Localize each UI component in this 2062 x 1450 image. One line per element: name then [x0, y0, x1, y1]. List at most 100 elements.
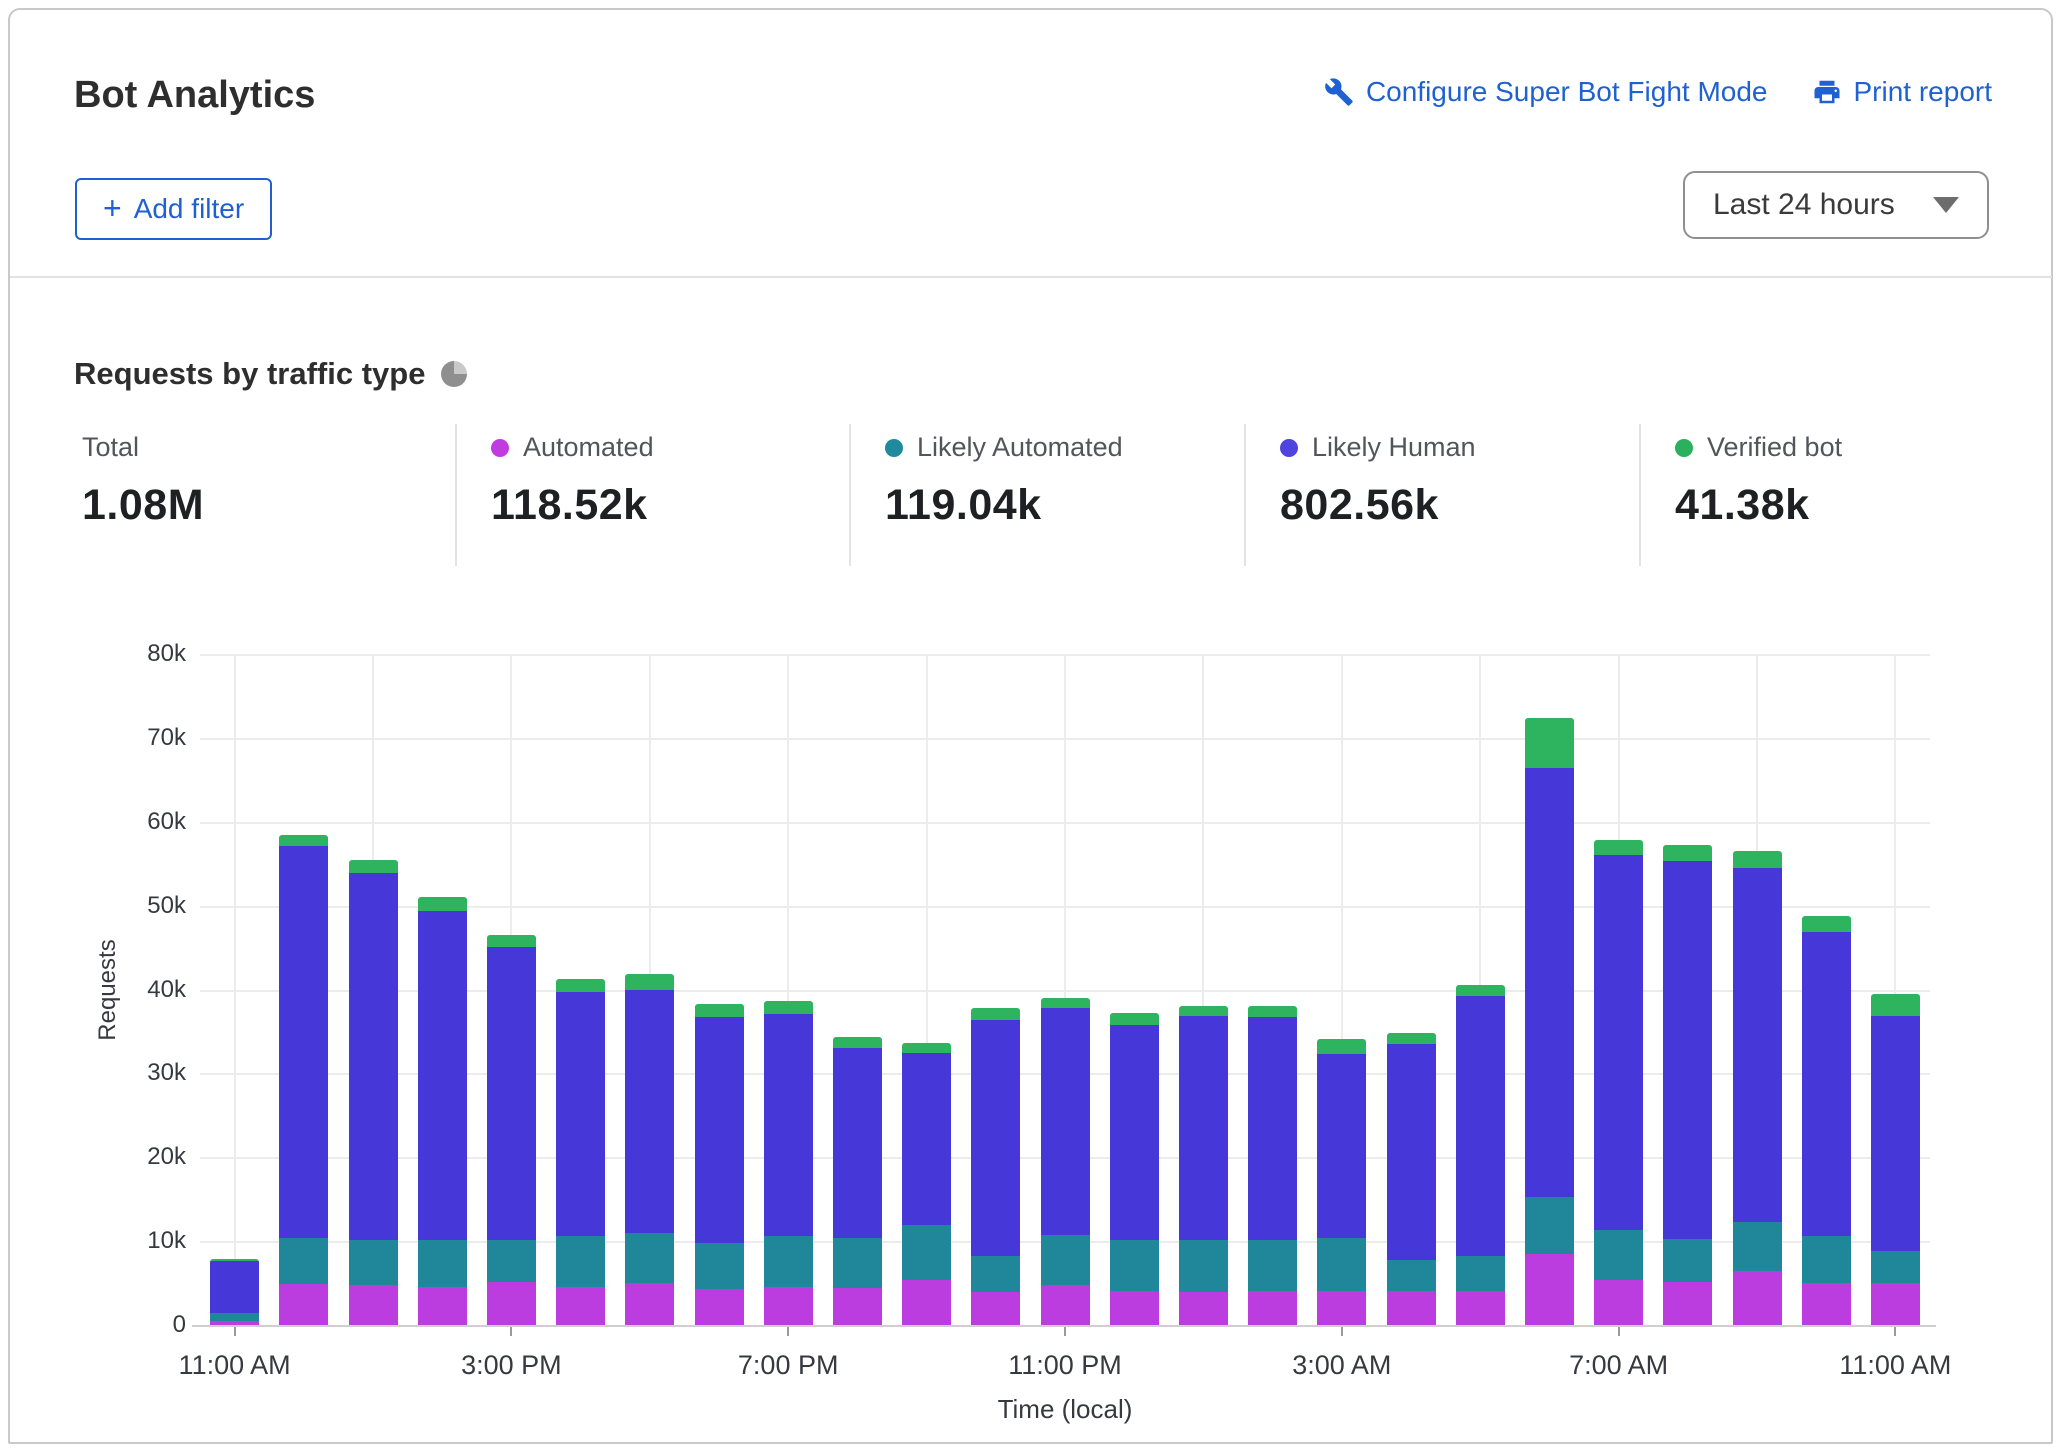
bar-300am[interactable] [1317, 1039, 1366, 1326]
stat-total: Total 1.08M [74, 424, 455, 566]
y-tick-label: 60k [60, 808, 186, 836]
segment-likely-automated [1456, 1256, 1505, 1290]
stat-label: Likely Human [1312, 432, 1476, 463]
bar-1100am[interactable] [1871, 994, 1920, 1326]
section-title: Requests by traffic type [74, 356, 425, 392]
x-tick [787, 1327, 789, 1336]
segment-automated [833, 1288, 882, 1326]
segment-automated [1733, 1271, 1782, 1326]
segment-likely-human [1179, 1016, 1228, 1240]
segment-verified-bot [1871, 994, 1920, 1016]
section-title-row: Requests by traffic type [74, 356, 467, 392]
segment-likely-automated [556, 1236, 605, 1286]
bar-100pm[interactable] [349, 860, 398, 1326]
add-filter-label: Add filter [134, 193, 245, 225]
time-range-select[interactable]: Last 24 hours [1683, 171, 1989, 239]
bar-200am[interactable] [1248, 1006, 1297, 1326]
segment-likely-automated [279, 1238, 328, 1284]
add-filter-button[interactable]: + Add filter [75, 178, 272, 240]
segment-verified-bot [1317, 1039, 1366, 1054]
segment-likely-automated [695, 1243, 744, 1289]
bar-800pm[interactable] [833, 1037, 882, 1326]
segment-likely-automated [833, 1238, 882, 1288]
segment-verified-bot [902, 1043, 951, 1053]
bar-1100pm[interactable] [1041, 998, 1090, 1326]
segment-verified-bot [1041, 998, 1090, 1008]
bar-400pm[interactable] [556, 979, 605, 1326]
bar-600pm[interactable] [695, 1004, 744, 1326]
bar-800am[interactable] [1663, 845, 1712, 1326]
stat-label: Likely Automated [917, 432, 1123, 463]
bar-300pm[interactable] [487, 935, 536, 1326]
stat-value: 1.08M [82, 481, 455, 530]
bar-900am[interactable] [1733, 851, 1782, 1326]
bar-600am[interactable] [1525, 718, 1574, 1326]
y-tick-label: 50k [60, 892, 186, 920]
bar-700am[interactable] [1594, 840, 1643, 1326]
segment-automated [1525, 1254, 1574, 1326]
segment-likely-human [902, 1053, 951, 1225]
segment-likely-automated [349, 1240, 398, 1284]
bar-100am[interactable] [1179, 1006, 1228, 1326]
segment-verified-bot [1387, 1033, 1436, 1044]
bar-900pm[interactable] [902, 1043, 951, 1326]
stat-value: 118.52k [491, 481, 849, 530]
segment-likely-automated [625, 1233, 674, 1283]
segment-likely-human [971, 1020, 1020, 1257]
segment-likely-human [1663, 861, 1712, 1238]
bar-1100am[interactable] [210, 1259, 259, 1326]
pie-chart-icon [441, 361, 467, 387]
bot-analytics-page: Bot Analytics Configure Super Bot Fight … [0, 0, 2062, 1450]
configure-super-bot-fight-mode-link[interactable]: Configure Super Bot Fight Mode [1324, 76, 1768, 108]
plus-icon: + [103, 192, 122, 224]
x-tick [234, 1327, 236, 1336]
segment-verified-bot [279, 835, 328, 847]
bar-1200am[interactable] [1110, 1013, 1159, 1326]
segment-verified-bot [1110, 1013, 1159, 1025]
print-report-link[interactable]: Print report [1812, 76, 1993, 108]
bar-500am[interactable] [1456, 985, 1505, 1326]
segment-likely-automated [418, 1240, 467, 1286]
segment-automated [1317, 1291, 1366, 1326]
chevron-down-icon [1933, 197, 1959, 213]
x-tick-label: 11:00 AM [179, 1350, 291, 1381]
likely-automated-legend-dot [885, 439, 903, 457]
header-links: Configure Super Bot Fight Mode Print rep… [1324, 76, 1992, 108]
segment-automated [1802, 1283, 1851, 1326]
segment-verified-bot [1663, 845, 1712, 862]
segment-likely-human [1456, 996, 1505, 1256]
stats-row: Total 1.08M Automated 118.52k Likely Aut… [74, 424, 1994, 566]
segment-likely-human [349, 873, 398, 1240]
x-axis-title: Time (local) [998, 1394, 1133, 1425]
segment-likely-human [1041, 1008, 1090, 1234]
segment-verified-bot [1594, 840, 1643, 855]
segment-verified-bot [1525, 718, 1574, 768]
x-tick [1894, 1327, 1896, 1336]
segment-likely-human [279, 846, 328, 1238]
x-tick-label: 7:00 AM [1569, 1350, 1668, 1381]
bar-1000pm[interactable] [971, 1008, 1020, 1326]
segment-likely-automated [1110, 1240, 1159, 1290]
automated-legend-dot [491, 439, 509, 457]
segment-likely-automated [1594, 1230, 1643, 1279]
segment-automated [902, 1280, 951, 1326]
segment-automated [1594, 1280, 1643, 1326]
bar-200pm[interactable] [418, 897, 467, 1326]
time-range-value: Last 24 hours [1713, 188, 1895, 222]
bar-1000am[interactable] [1802, 916, 1851, 1326]
bar-400am[interactable] [1387, 1033, 1436, 1326]
page-title: Bot Analytics [74, 74, 315, 117]
y-tick-label: 30k [60, 1059, 186, 1087]
segment-verified-bot [556, 979, 605, 992]
header-divider [10, 276, 2052, 278]
y-tick-label: 20k [60, 1143, 186, 1171]
segment-likely-automated [902, 1225, 951, 1280]
bar-700pm[interactable] [764, 1001, 813, 1326]
segment-likely-human [1248, 1017, 1297, 1239]
print-link-label: Print report [1854, 76, 1993, 108]
segment-automated [1871, 1283, 1920, 1326]
bar-1200pm[interactable] [279, 835, 328, 1326]
bar-500pm[interactable] [625, 974, 674, 1326]
x-tick-label: 11:00 AM [1839, 1350, 1951, 1381]
segment-likely-human [695, 1017, 744, 1243]
